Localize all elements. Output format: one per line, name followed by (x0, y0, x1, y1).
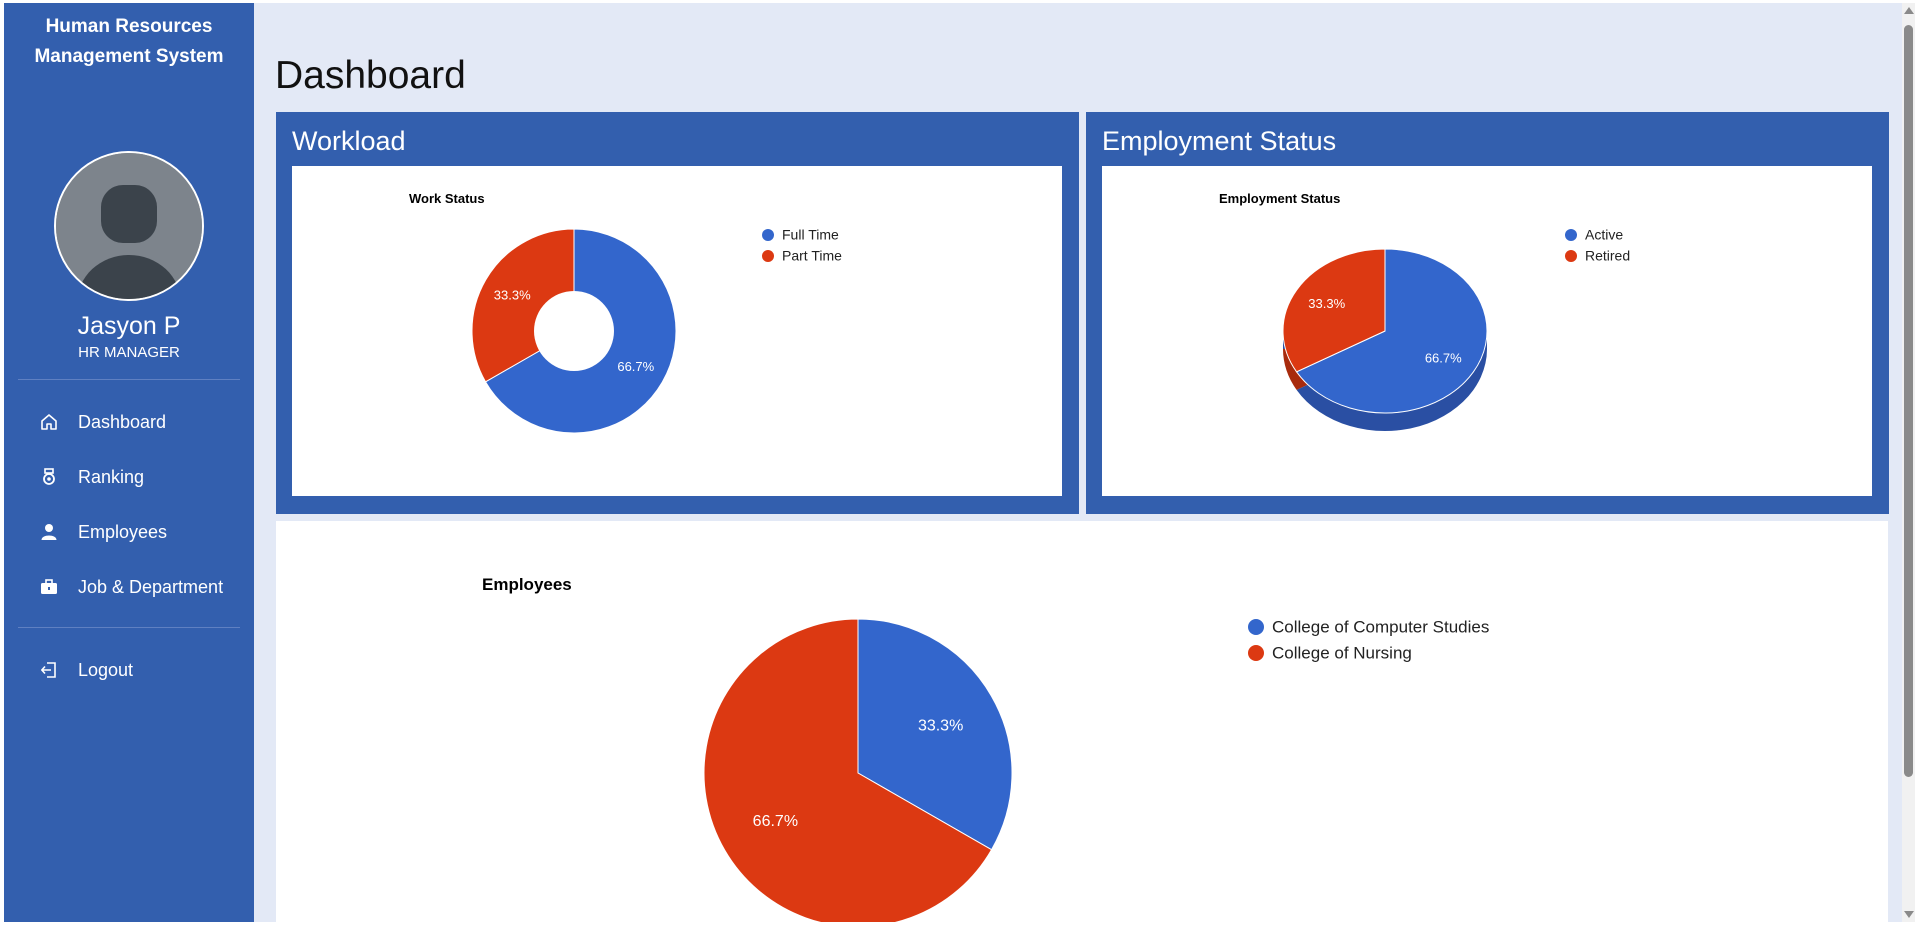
legend-label: College of Computer Studies (1272, 618, 1489, 637)
sidebar-item-label: Logout (78, 660, 134, 680)
page-title: Dashboard (275, 54, 466, 97)
sidebar-item-label: Ranking (78, 467, 145, 487)
slice-label: 33.3% (918, 718, 963, 735)
sidebar-item-logout[interactable]: Logout (4, 648, 254, 692)
legend-label: Active (1585, 227, 1623, 243)
slice-label: 33.3% (1308, 296, 1345, 311)
chart-title: Work Status (409, 191, 485, 206)
legend-swatch (1248, 645, 1264, 661)
chart-container: Employment Status 66.7% 33.3% Active Retir… (1102, 166, 1872, 496)
sidebar-item-employees[interactable]: Employees (4, 510, 254, 554)
legend-swatch (1248, 619, 1264, 635)
user-role: HR MANAGER (78, 344, 180, 361)
app-title-line2: Management System (34, 46, 224, 67)
medal-icon (39, 467, 59, 487)
slice-label: 66.7% (617, 359, 654, 374)
sidebar-item-label: Dashboard (78, 412, 167, 432)
chart-container: Work Status 66.7% 33.3% Full Time Part Tim… (292, 166, 1062, 496)
home-icon (39, 412, 59, 432)
scroll-down-arrow-icon[interactable] (1904, 911, 1914, 918)
employment-status-chart: Employment Status 66.7% 33.3% Active Retir… (1219, 191, 1630, 431)
legend-swatch (1565, 229, 1577, 241)
scroll-thumb[interactable] (1904, 25, 1913, 777)
sidebar: Human Resources Management System Jasyon… (4, 3, 254, 922)
sidebar-item-dashboard[interactable]: Dashboard (4, 400, 254, 444)
panel-title: Workload (292, 126, 406, 156)
slice-label: 66.7% (753, 813, 798, 830)
briefcase-icon (39, 577, 59, 597)
vertical-scrollbar[interactable] (1902, 3, 1915, 922)
legend-label: Full Time (782, 227, 839, 243)
app-title: Human Resources Management System (4, 12, 254, 72)
legend-swatch (762, 250, 774, 262)
panel-title: Employment Status (1102, 126, 1337, 156)
person-icon (39, 522, 59, 542)
chart-title: Employment Status (1219, 191, 1340, 206)
donut-hole (534, 291, 614, 371)
scroll-up-arrow-icon[interactable] (1904, 7, 1914, 14)
legend-label: College of Nursing (1272, 644, 1412, 663)
employees-chart: Employees 33.3% 66.7% College of Computer… (482, 575, 1489, 922)
legend-label: Retired (1585, 248, 1630, 264)
sidebar-item-job-department[interactable]: Job & Department (4, 565, 254, 609)
avatar (54, 151, 204, 301)
legend-swatch (762, 229, 774, 241)
work-status-chart: Work Status 66.7% 33.3% Full Time Part Tim… (409, 191, 842, 434)
sidebar-divider (18, 627, 240, 628)
avatar-placeholder-icon (56, 153, 202, 299)
logout-icon (39, 660, 59, 680)
app-title-line1: Human Resources (45, 16, 213, 37)
legend-swatch (1565, 250, 1577, 262)
sidebar-item-label: Job & Department (78, 577, 224, 597)
sidebar-item-label: Employees (78, 522, 168, 542)
workload-panel: Workload Work Status 66.7% 33.3% Full Tim… (276, 112, 1079, 514)
chart-title: Employees (482, 575, 572, 594)
user-name: Jasyon P (77, 312, 181, 340)
sidebar-divider (18, 379, 240, 380)
slice-label: 33.3% (494, 288, 531, 303)
employment-status-panel: Employment Status Employment Status 66.7… (1086, 112, 1889, 514)
employees-chart-card: Employees 33.3% 66.7% College of Computer… (276, 521, 1888, 922)
legend-label: Part Time (782, 248, 842, 264)
app-window: Human Resources Management System Jasyon… (4, 3, 1915, 922)
slice-label: 66.7% (1425, 350, 1462, 365)
sidebar-item-ranking[interactable]: Ranking (4, 455, 254, 499)
